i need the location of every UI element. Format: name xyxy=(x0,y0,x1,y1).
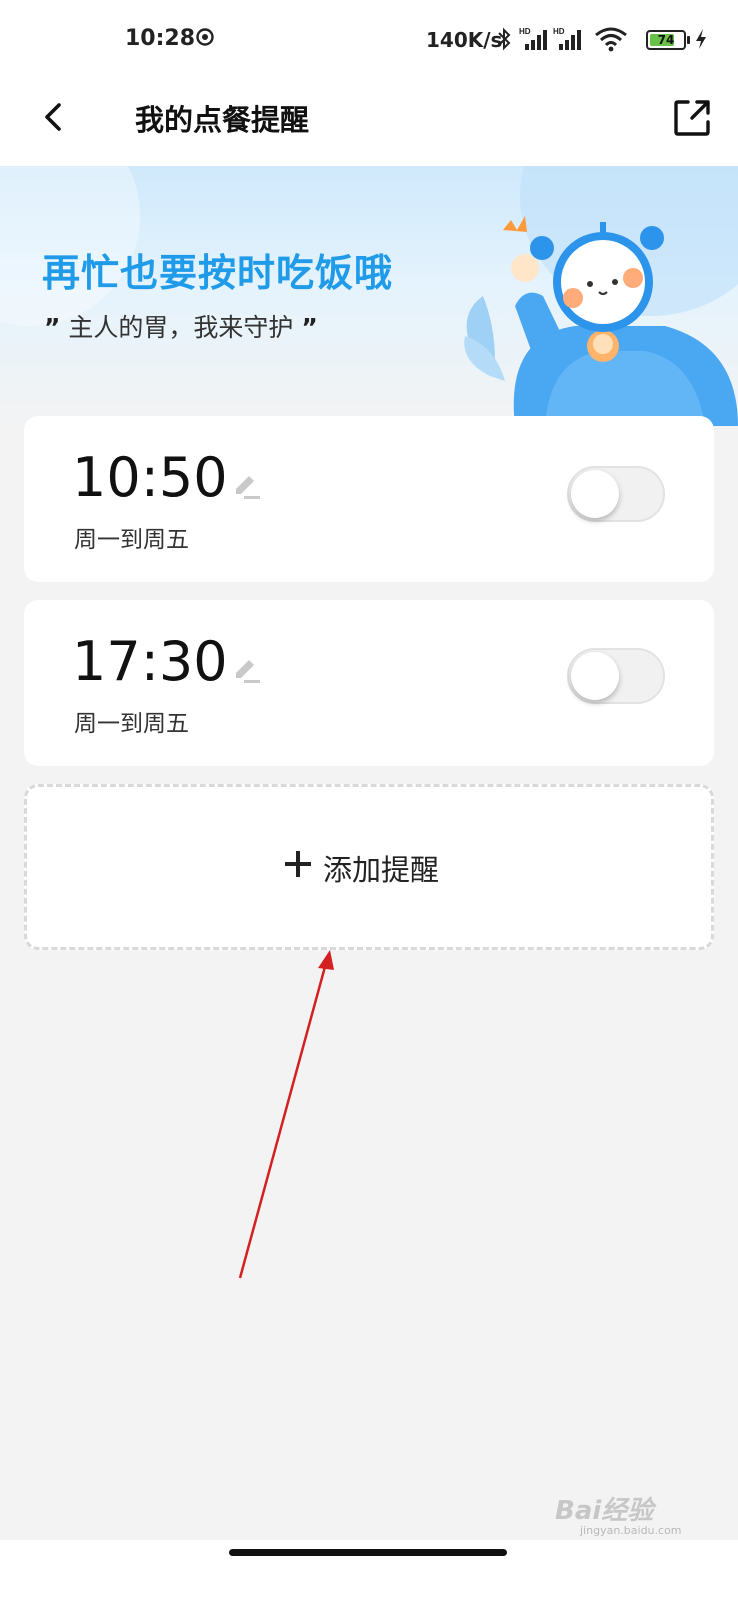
battery-icon: 74 xyxy=(646,30,686,50)
status-time: 10:28 xyxy=(125,26,196,51)
share-button[interactable] xyxy=(668,92,718,142)
plus-icon xyxy=(285,851,311,877)
toggle-knob xyxy=(571,652,619,700)
alarm-clock-mascot-illustration xyxy=(464,216,738,426)
home-indicator[interactable] xyxy=(229,1549,507,1556)
edit-icon[interactable] xyxy=(230,654,262,686)
edit-icon[interactable] xyxy=(230,470,262,502)
page-title: 我的点餐提醒 xyxy=(135,103,310,137)
add-reminder-label: 添加提醒 xyxy=(323,853,440,887)
reminder-card[interactable]: 17:30 周一到周五 xyxy=(24,600,714,766)
hd-badge: HD xyxy=(519,27,531,36)
banner-subtitle-text: 主人的胃，我来守护 xyxy=(68,313,294,342)
hd-signal-icon: HD xyxy=(553,27,581,50)
toggle-knob xyxy=(571,470,619,518)
dnd-icon xyxy=(196,28,214,46)
reminder-toggle[interactable] xyxy=(567,648,665,704)
status-bar: 10:28 140K/s HD HD 74 xyxy=(0,0,738,80)
wifi-icon xyxy=(595,27,627,52)
watermark-url: jingyan.baidu.com xyxy=(580,1524,682,1537)
network-speed: 140K/s xyxy=(426,28,503,52)
hd-signal-icon: HD xyxy=(519,27,547,50)
reminder-days: 周一到周五 xyxy=(74,711,189,737)
reminder-days: 周一到周五 xyxy=(74,527,189,553)
reminder-time: 10:50 xyxy=(72,446,228,509)
add-reminder-button[interactable]: 添加提醒 xyxy=(24,784,714,950)
quote-open: ” xyxy=(44,313,61,342)
watermark-logo: Bai经验 xyxy=(555,1496,654,1526)
reminder-time: 17:30 xyxy=(72,630,228,693)
reminder-toggle[interactable] xyxy=(567,466,665,522)
battery-level: 74 xyxy=(657,33,675,47)
app-header: 我的点餐提醒 xyxy=(0,80,738,166)
reminder-card[interactable]: 10:50 周一到周五 xyxy=(24,416,714,582)
battery-cap xyxy=(687,36,690,44)
back-button[interactable] xyxy=(30,92,80,142)
hd-badge: HD xyxy=(553,27,565,36)
banner-subtitle: ” 主人的胃，我来守护 ” xyxy=(44,308,318,344)
quote-close: ” xyxy=(301,313,318,342)
charging-icon xyxy=(696,29,706,49)
bluetooth-icon xyxy=(498,27,511,51)
banner-headline: 再忙也要按时吃饭哦 xyxy=(42,251,394,295)
promo-banner: 再忙也要按时吃饭哦 ” 主人的胃，我来守护 ” xyxy=(0,166,738,426)
